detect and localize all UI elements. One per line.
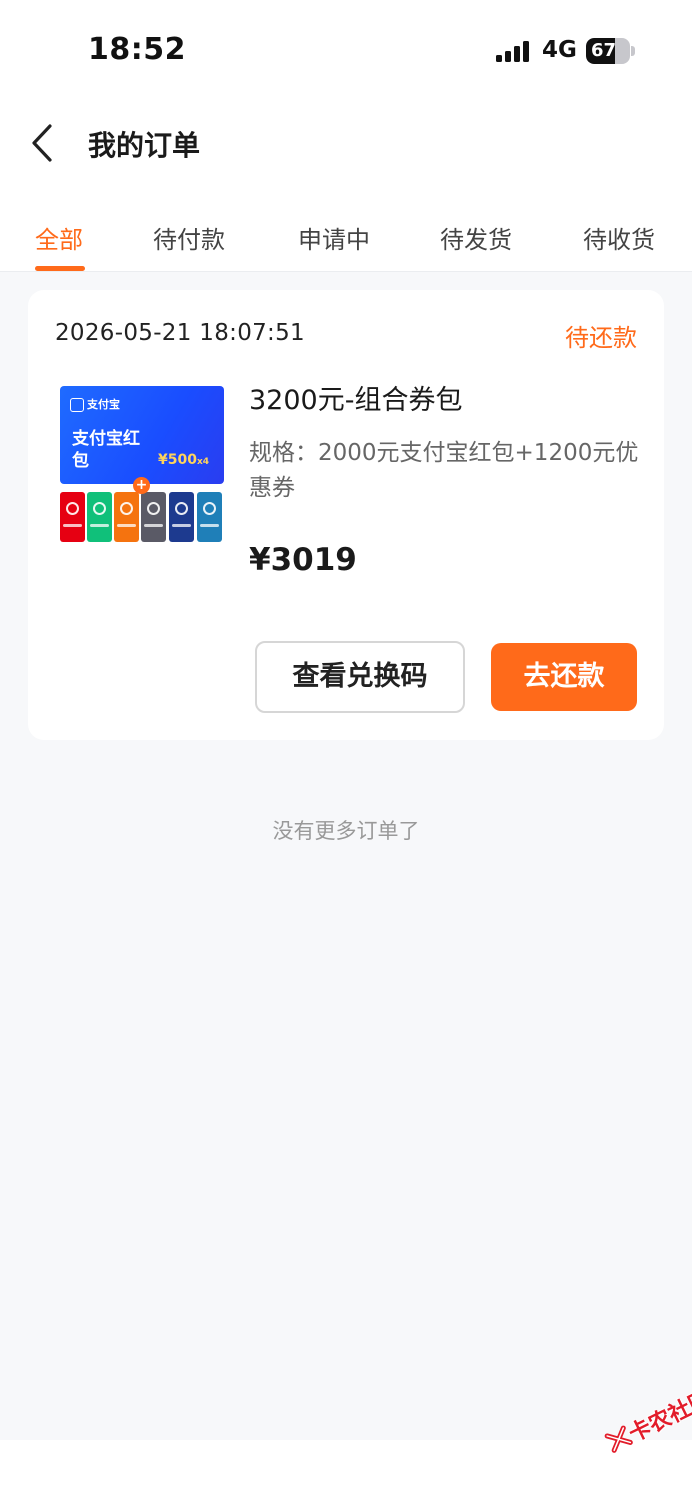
qq-music-tile-icon: [87, 492, 112, 542]
thumbnail-title: 支付宝红包: [72, 429, 140, 471]
view-redeem-code-button[interactable]: 查看兑换码: [255, 641, 465, 713]
tab-applying[interactable]: 申请中: [298, 220, 370, 255]
plus-icon: +: [133, 477, 150, 494]
back-button[interactable]: [24, 120, 64, 166]
thumbnail-multiplier: x4: [196, 457, 210, 467]
battery-icon: 67: [586, 38, 630, 64]
tab-pending-receipt[interactable]: 待收货: [583, 220, 655, 255]
no-more-orders-text: 没有更多订单了: [272, 819, 420, 843]
bottom-safe-area: [0, 1440, 692, 1500]
repay-button[interactable]: 去还款: [491, 643, 637, 711]
thumbnail-amount-value: ¥500: [158, 452, 197, 468]
chevron-left-icon: [32, 124, 52, 162]
product-name: 3200元-组合券包: [249, 385, 463, 416]
tab-all[interactable]: 全部: [35, 220, 83, 255]
netease-music-tile-icon: [60, 492, 85, 542]
product-thumbnail[interactable]: 支付宝 支付宝红包 ¥500x4 +: [60, 386, 224, 544]
keep-tile-icon: [141, 492, 166, 542]
top-area: 18:52 4G 67 我的订单 全部 待付款 申请中 待发货 待收货: [0, 0, 692, 272]
product-spec: 规格：2000元支付宝红包+1200元优惠券: [249, 440, 639, 501]
coupon-tile-icon: [197, 492, 222, 542]
order-time: 2026-05-21 18:07:51: [55, 320, 305, 346]
vipshop-tile-icon: [169, 492, 194, 542]
network-type: 4G: [542, 37, 577, 63]
alipay-logo: 支付宝: [70, 396, 120, 412]
alipay-icon: [70, 398, 84, 412]
tab-pending-shipment[interactable]: 待发货: [440, 220, 512, 255]
signal-strength-icon: [496, 40, 532, 62]
mango-tv-tile-icon: [114, 492, 139, 542]
tab-pending-payment[interactable]: 待付款: [153, 220, 225, 255]
order-tabs: 全部 待付款 申请中 待发货 待收货: [0, 214, 692, 272]
order-card[interactable]: 2026-05-21 18:07:51 待还款 支付宝 支付宝红包 ¥500x4…: [28, 290, 664, 740]
alipay-red-packet-banner: 支付宝 支付宝红包 ¥500x4: [60, 386, 224, 484]
product-price: ¥3019: [249, 542, 357, 578]
active-tab-indicator: [35, 266, 85, 271]
battery-cap: [631, 46, 635, 56]
alipay-logo-text: 支付宝: [87, 398, 120, 411]
status-time: 18:52: [88, 32, 186, 67]
page-title: 我的订单: [88, 129, 201, 162]
thumbnail-amount: ¥500x4: [158, 452, 209, 468]
battery-level: 67: [591, 40, 617, 61]
watermark-text: 卡农社区: [625, 1386, 692, 1448]
order-status: 待还款: [565, 324, 637, 352]
